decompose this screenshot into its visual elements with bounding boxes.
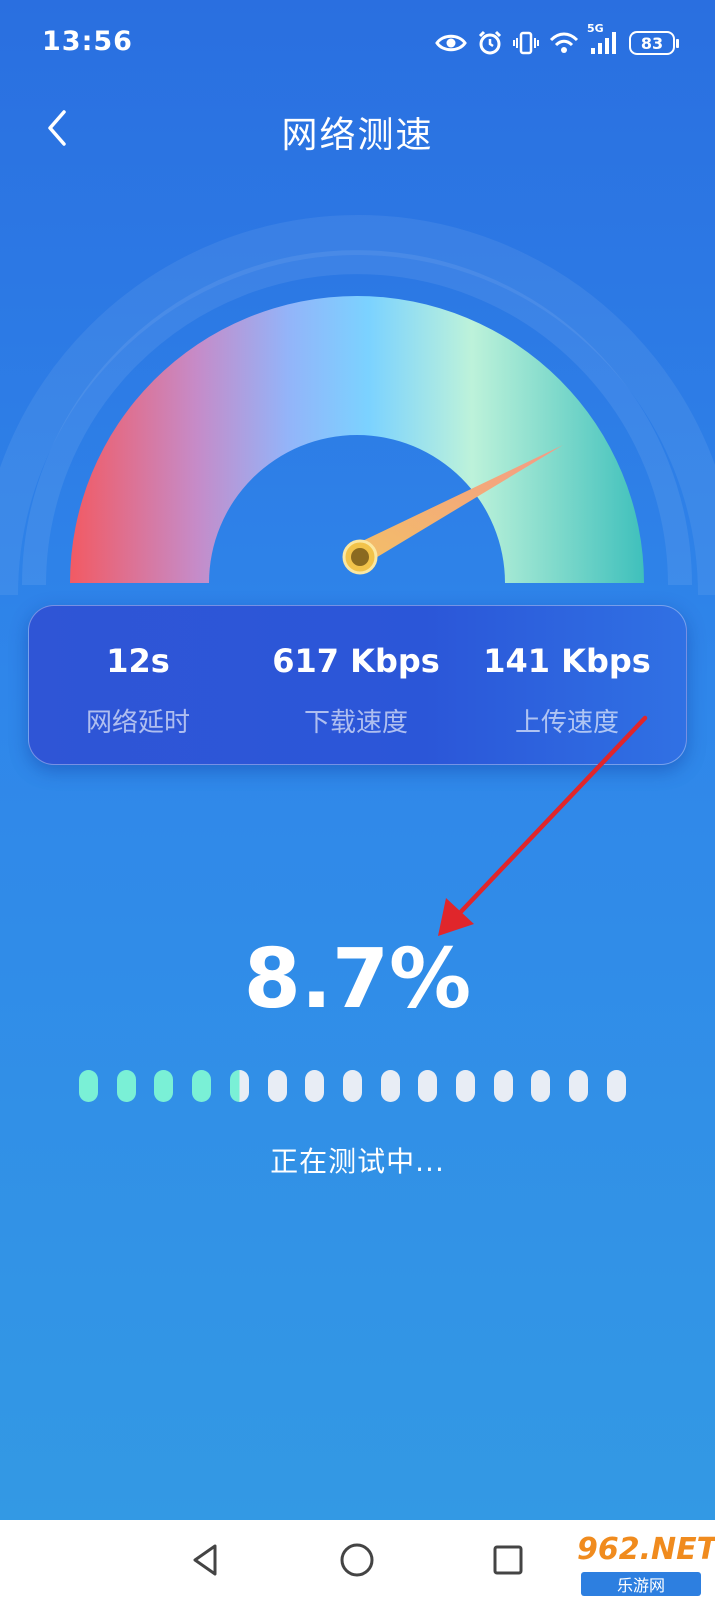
navigation-bar: 962.NET 乐游网 <box>0 1520 715 1600</box>
testing-status-text: 正在测试中... <box>270 1145 445 1178</box>
progress-segment <box>305 1070 325 1102</box>
download-value: 617 Kbps <box>272 642 440 680</box>
vibrate-icon <box>513 30 539 56</box>
latency-value: 12s <box>106 642 170 680</box>
eye-icon <box>435 32 467 54</box>
alarm-icon <box>477 30 503 56</box>
upload-stat: 141 Kbps 上传速度 <box>457 606 677 739</box>
progress-segment <box>192 1070 212 1102</box>
upload-value: 141 Kbps <box>483 642 651 680</box>
speed-gauge <box>0 215 715 596</box>
watermark-sub: 乐游网 <box>581 1572 701 1596</box>
progress-segment <box>606 1070 626 1102</box>
progress-segment <box>116 1070 136 1102</box>
progress-segment <box>456 1070 475 1102</box>
progress-segment <box>569 1070 589 1102</box>
progress-segment <box>493 1070 513 1102</box>
latency-stat: 12s 网络延时 <box>28 606 248 739</box>
progress-segment <box>154 1070 174 1102</box>
download-label: 下载速度 <box>303 708 408 738</box>
status-icons: 5G 83 <box>435 22 679 60</box>
latency-label: 网络延时 <box>85 708 190 738</box>
progress-percent: 8.7% <box>243 932 472 1027</box>
progress-segment <box>267 1070 287 1102</box>
back-triangle-icon[interactable] <box>183 1538 227 1582</box>
signal-icon: 5G <box>587 22 619 56</box>
stats-card: 12s 网络延时 617 Kbps 下载速度 141 Kbps 上传速度 <box>28 605 687 765</box>
upload-label: 上传速度 <box>514 708 619 738</box>
battery-icon: 83 <box>629 31 679 55</box>
download-stat: 617 Kbps 下载速度 <box>246 606 466 739</box>
progress-segment <box>531 1070 551 1102</box>
home-circle-icon[interactable] <box>335 1538 379 1582</box>
speed-test-screen: 13:56 5G 83 网络测速 12s 网络延时 617 Kbps 下载速度 … <box>0 0 715 1520</box>
progress-segment <box>418 1070 438 1102</box>
recents-square-icon[interactable] <box>486 1538 530 1582</box>
progress-segment <box>342 1070 362 1102</box>
battery-level: 83 <box>640 33 664 53</box>
watermark-brand: 962.NET <box>577 1532 715 1567</box>
network-type: 5G <box>587 22 604 35</box>
progress-segment <box>79 1070 98 1102</box>
page-title: 网络测速 <box>281 115 434 156</box>
status-bar: 13:56 5G 83 <box>0 0 715 84</box>
progress-segment <box>380 1070 400 1102</box>
progress-segment <box>229 1070 249 1102</box>
status-time: 13:56 <box>42 26 133 57</box>
wifi-icon <box>549 31 579 55</box>
